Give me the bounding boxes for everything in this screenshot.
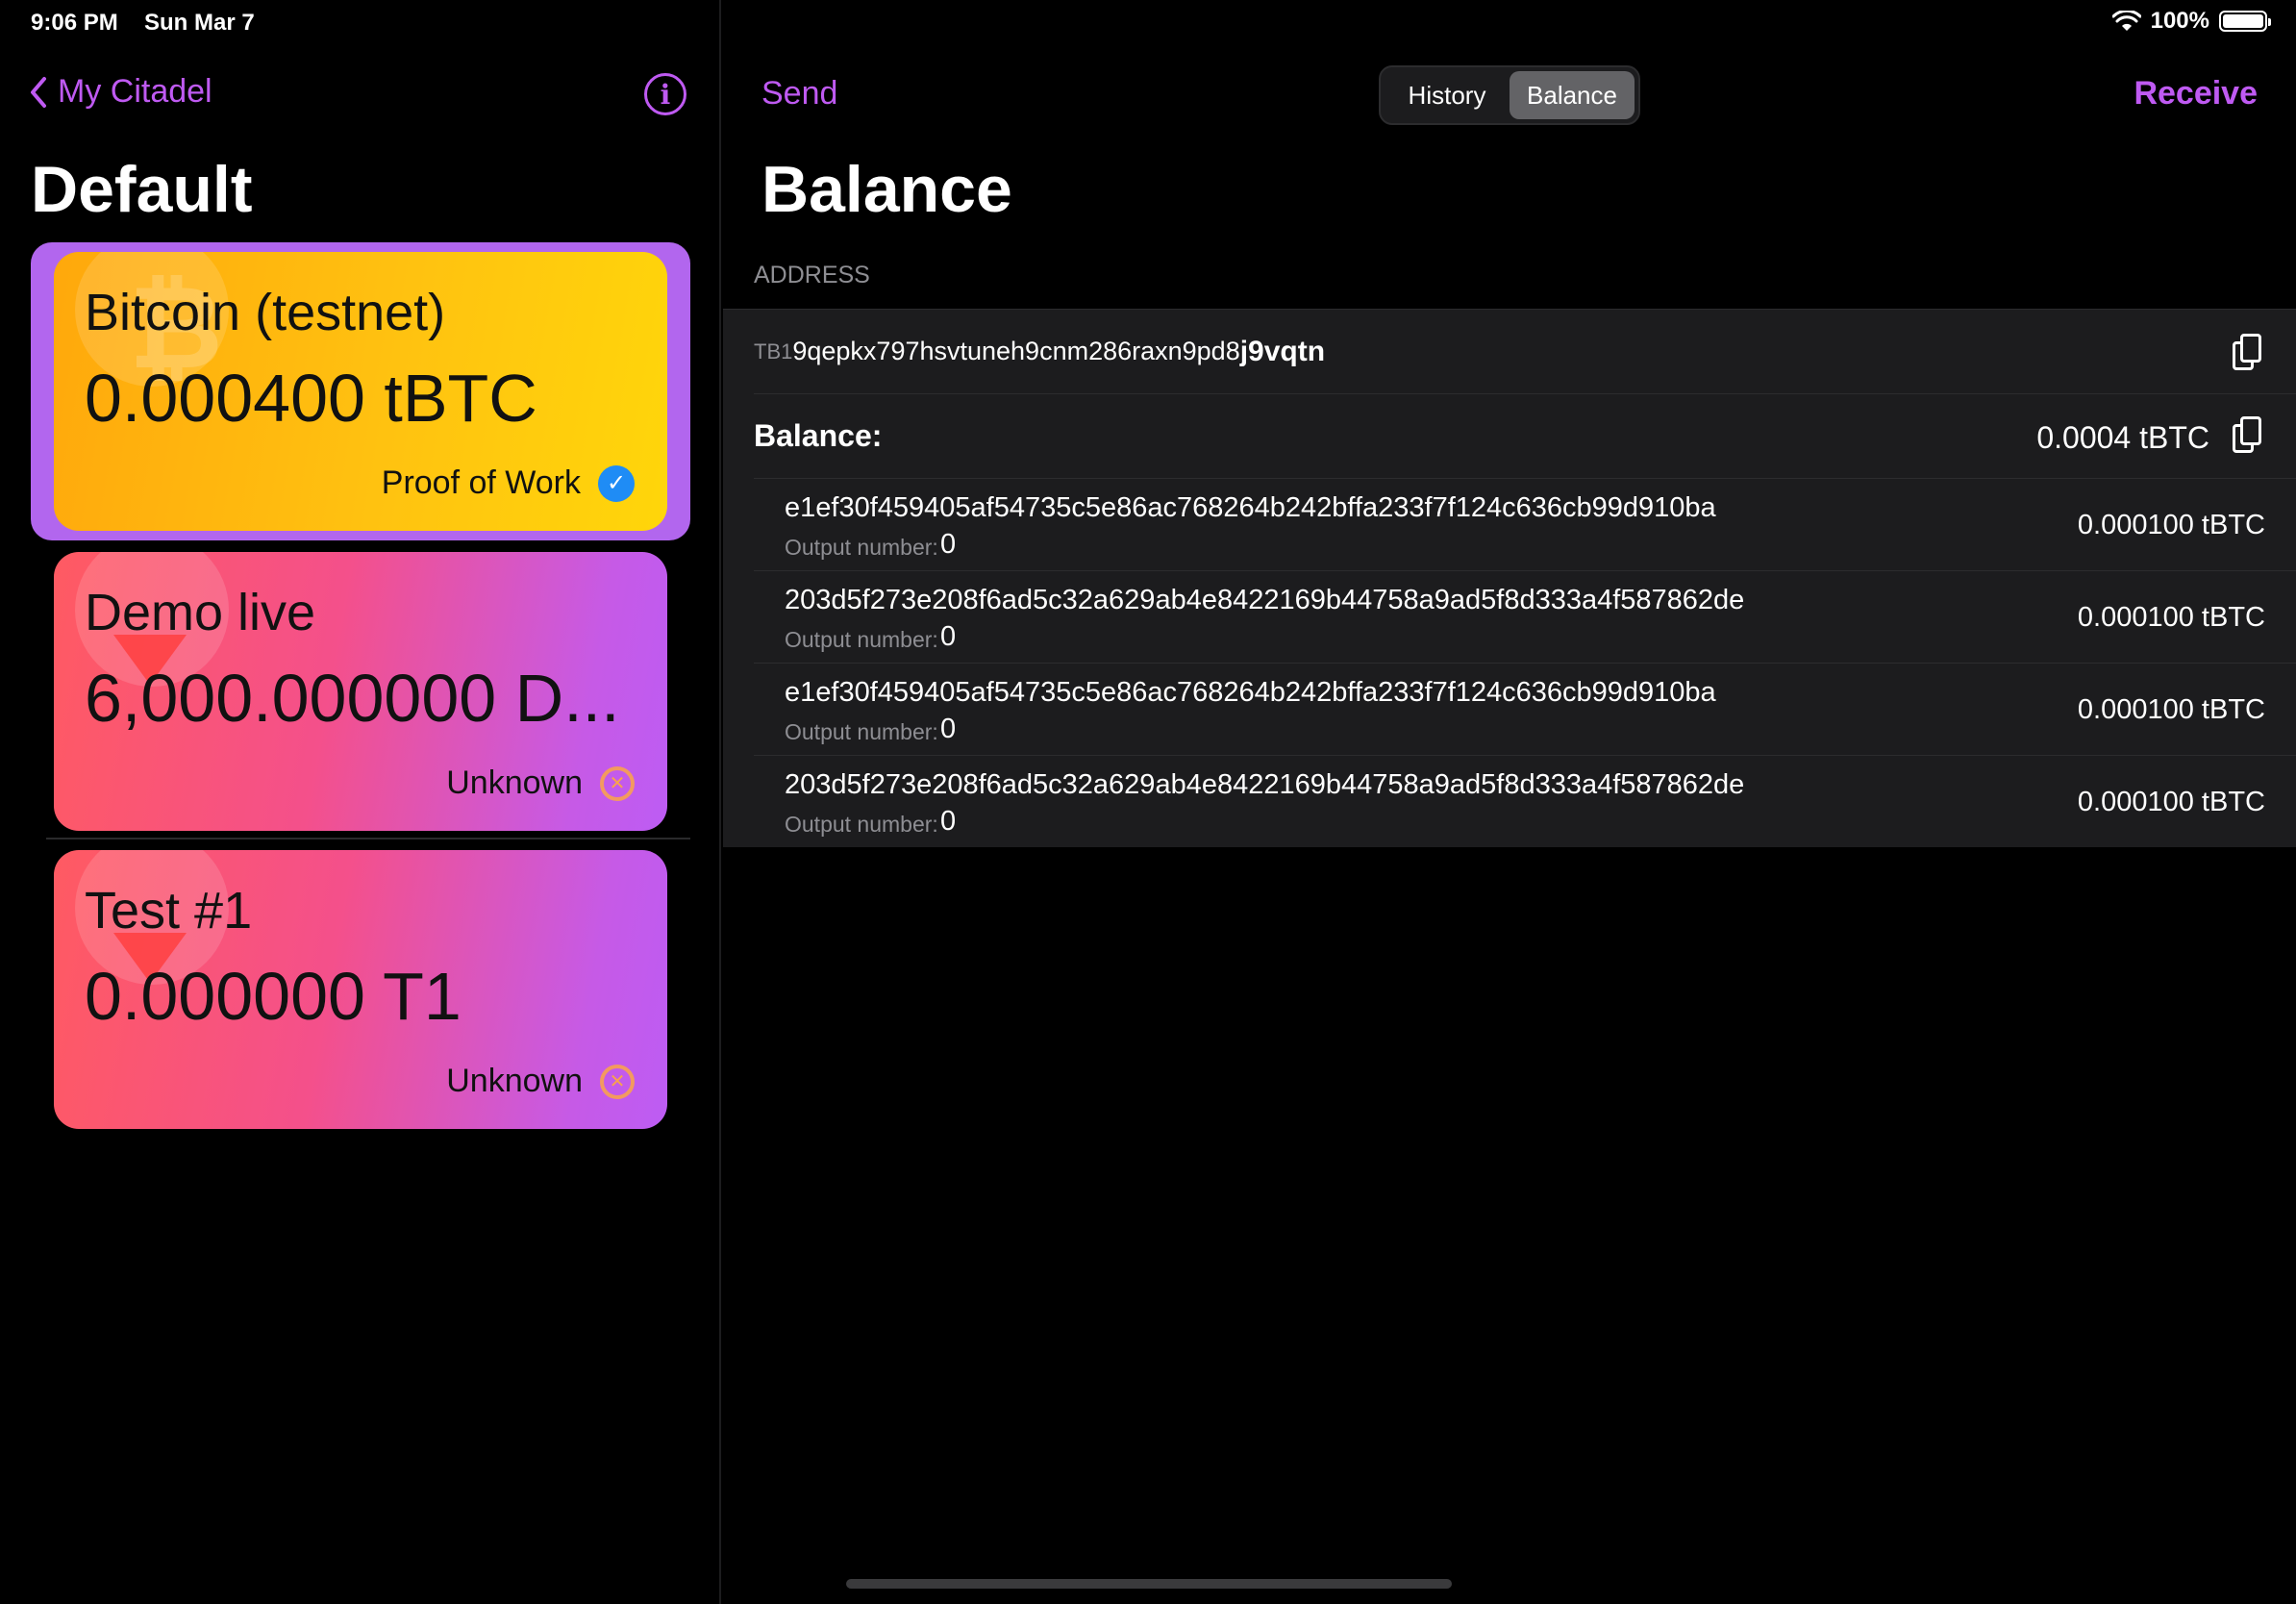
card-divider — [46, 838, 690, 840]
utxo-amount: 0.000100 tBTC — [2077, 787, 2265, 817]
output-number-label: Output number: — [785, 535, 938, 560]
utxo-row[interactable]: 203d5f273e208f6ad5c32a629ab4e8422169b447… — [754, 755, 2296, 847]
utxo-row[interactable]: e1ef30f459405af54735c5e86ac768264b242bff… — [754, 663, 2296, 755]
asset-consensus-row: Unknown ✕ — [446, 764, 635, 802]
output-number-label: Output number: — [785, 719, 938, 744]
asset-card-demo-live[interactable]: Demo live 6,000.000000 D... Unknown ✕ — [54, 552, 667, 831]
unknown-badge-icon: ✕ — [600, 765, 635, 801]
copy-address-icon[interactable] — [2233, 334, 2261, 370]
asset-amount: 0.000000 T1 — [85, 959, 462, 1034]
address-row: TB1 9qepkx797hsvtuneh9cnm286raxn9pd8 j9v… — [723, 309, 2296, 393]
receive-button[interactable]: Receive — [2134, 75, 2258, 113]
balance-row: Balance: 0.0004 tBTC — [723, 393, 2296, 478]
page-title: Balance — [761, 153, 1012, 226]
utxo-list: e1ef30f459405af54735c5e86ac768264b242bff… — [723, 478, 2296, 847]
address-prefix: TB1 — [754, 338, 793, 363]
tab-balance[interactable]: Balance — [1510, 71, 1635, 119]
back-button[interactable]: My Citadel — [29, 73, 212, 111]
asset-card-test-1[interactable]: Test #1 0.000000 T1 Unknown ✕ — [54, 850, 667, 1129]
address-body: 9qepkx797hsvtuneh9cnm286raxn9pd8 — [792, 337, 1240, 365]
asset-consensus-row: Proof of Work ✓ — [382, 464, 635, 502]
utxo-txid: e1ef30f459405af54735c5e86ac768264b242bff… — [785, 677, 1716, 708]
info-button[interactable]: i — [644, 73, 686, 115]
info-icon: i — [660, 78, 671, 111]
balance-value: 0.0004 tBTC — [2036, 420, 2209, 455]
asset-name: Demo live — [85, 584, 316, 641]
sidebar-title: Default — [31, 153, 253, 226]
utxo-row[interactable]: 203d5f273e208f6ad5c32a629ab4e8422169b447… — [754, 570, 2296, 663]
output-number: 0 — [940, 529, 957, 560]
asset-consensus: Unknown — [446, 764, 583, 801]
asset-name: Bitcoin (testnet) — [85, 284, 446, 341]
verified-badge-icon: ✓ — [598, 464, 635, 502]
home-indicator — [846, 1579, 1452, 1589]
utxo-amount: 0.000100 tBTC — [2077, 510, 2265, 540]
chevron-left-icon — [31, 76, 46, 108]
output-number-label: Output number: — [785, 627, 938, 652]
copy-balance-icon[interactable] — [2233, 416, 2261, 453]
utxo-txid: 203d5f273e208f6ad5c32a629ab4e8422169b447… — [785, 769, 1745, 800]
asset-card-bitcoin-testnet[interactable]: ₿ Bitcoin (testnet) 0.000400 tBTC Proof … — [54, 252, 667, 531]
asset-consensus: Proof of Work — [381, 464, 581, 501]
asset-consensus: Unknown — [446, 1063, 583, 1099]
utxo-amount: 0.000100 tBTC — [2077, 602, 2265, 633]
output-number: 0 — [940, 714, 957, 744]
asset-amount: 0.000400 tBTC — [85, 361, 537, 436]
address-section-header: ADDRESS — [754, 262, 870, 288]
tab-history[interactable]: History — [1385, 71, 1510, 119]
send-button[interactable]: Send — [761, 75, 837, 113]
utxo-txid: e1ef30f459405af54735c5e86ac768264b242bff… — [785, 492, 1716, 523]
output-number-label: Output number: — [785, 812, 938, 837]
asset-name: Test #1 — [85, 882, 253, 940]
main-panel: Send History Balance Receive Balance ADD… — [723, 0, 2296, 1604]
back-button-label: My Citadel — [58, 73, 212, 110]
utxo-row[interactable]: e1ef30f459405af54735c5e86ac768264b242bff… — [754, 478, 2296, 570]
balance-label: Balance: — [754, 418, 883, 453]
unknown-badge-icon: ✕ — [600, 1064, 635, 1099]
utxo-txid: 203d5f273e208f6ad5c32a629ab4e8422169b447… — [785, 585, 1745, 615]
sidebar: My Citadel i Default ₿ Bitcoin (testnet)… — [0, 0, 721, 1604]
utxo-amount: 0.000100 tBTC — [2077, 694, 2265, 725]
address-checksum: j9vqtn — [1239, 335, 1326, 367]
output-number: 0 — [940, 621, 957, 652]
asset-consensus-row: Unknown ✕ — [446, 1063, 635, 1100]
output-number: 0 — [940, 806, 957, 837]
view-segmented-control: History Balance — [1379, 65, 1640, 125]
asset-amount: 6,000.000000 D... — [85, 661, 620, 736]
